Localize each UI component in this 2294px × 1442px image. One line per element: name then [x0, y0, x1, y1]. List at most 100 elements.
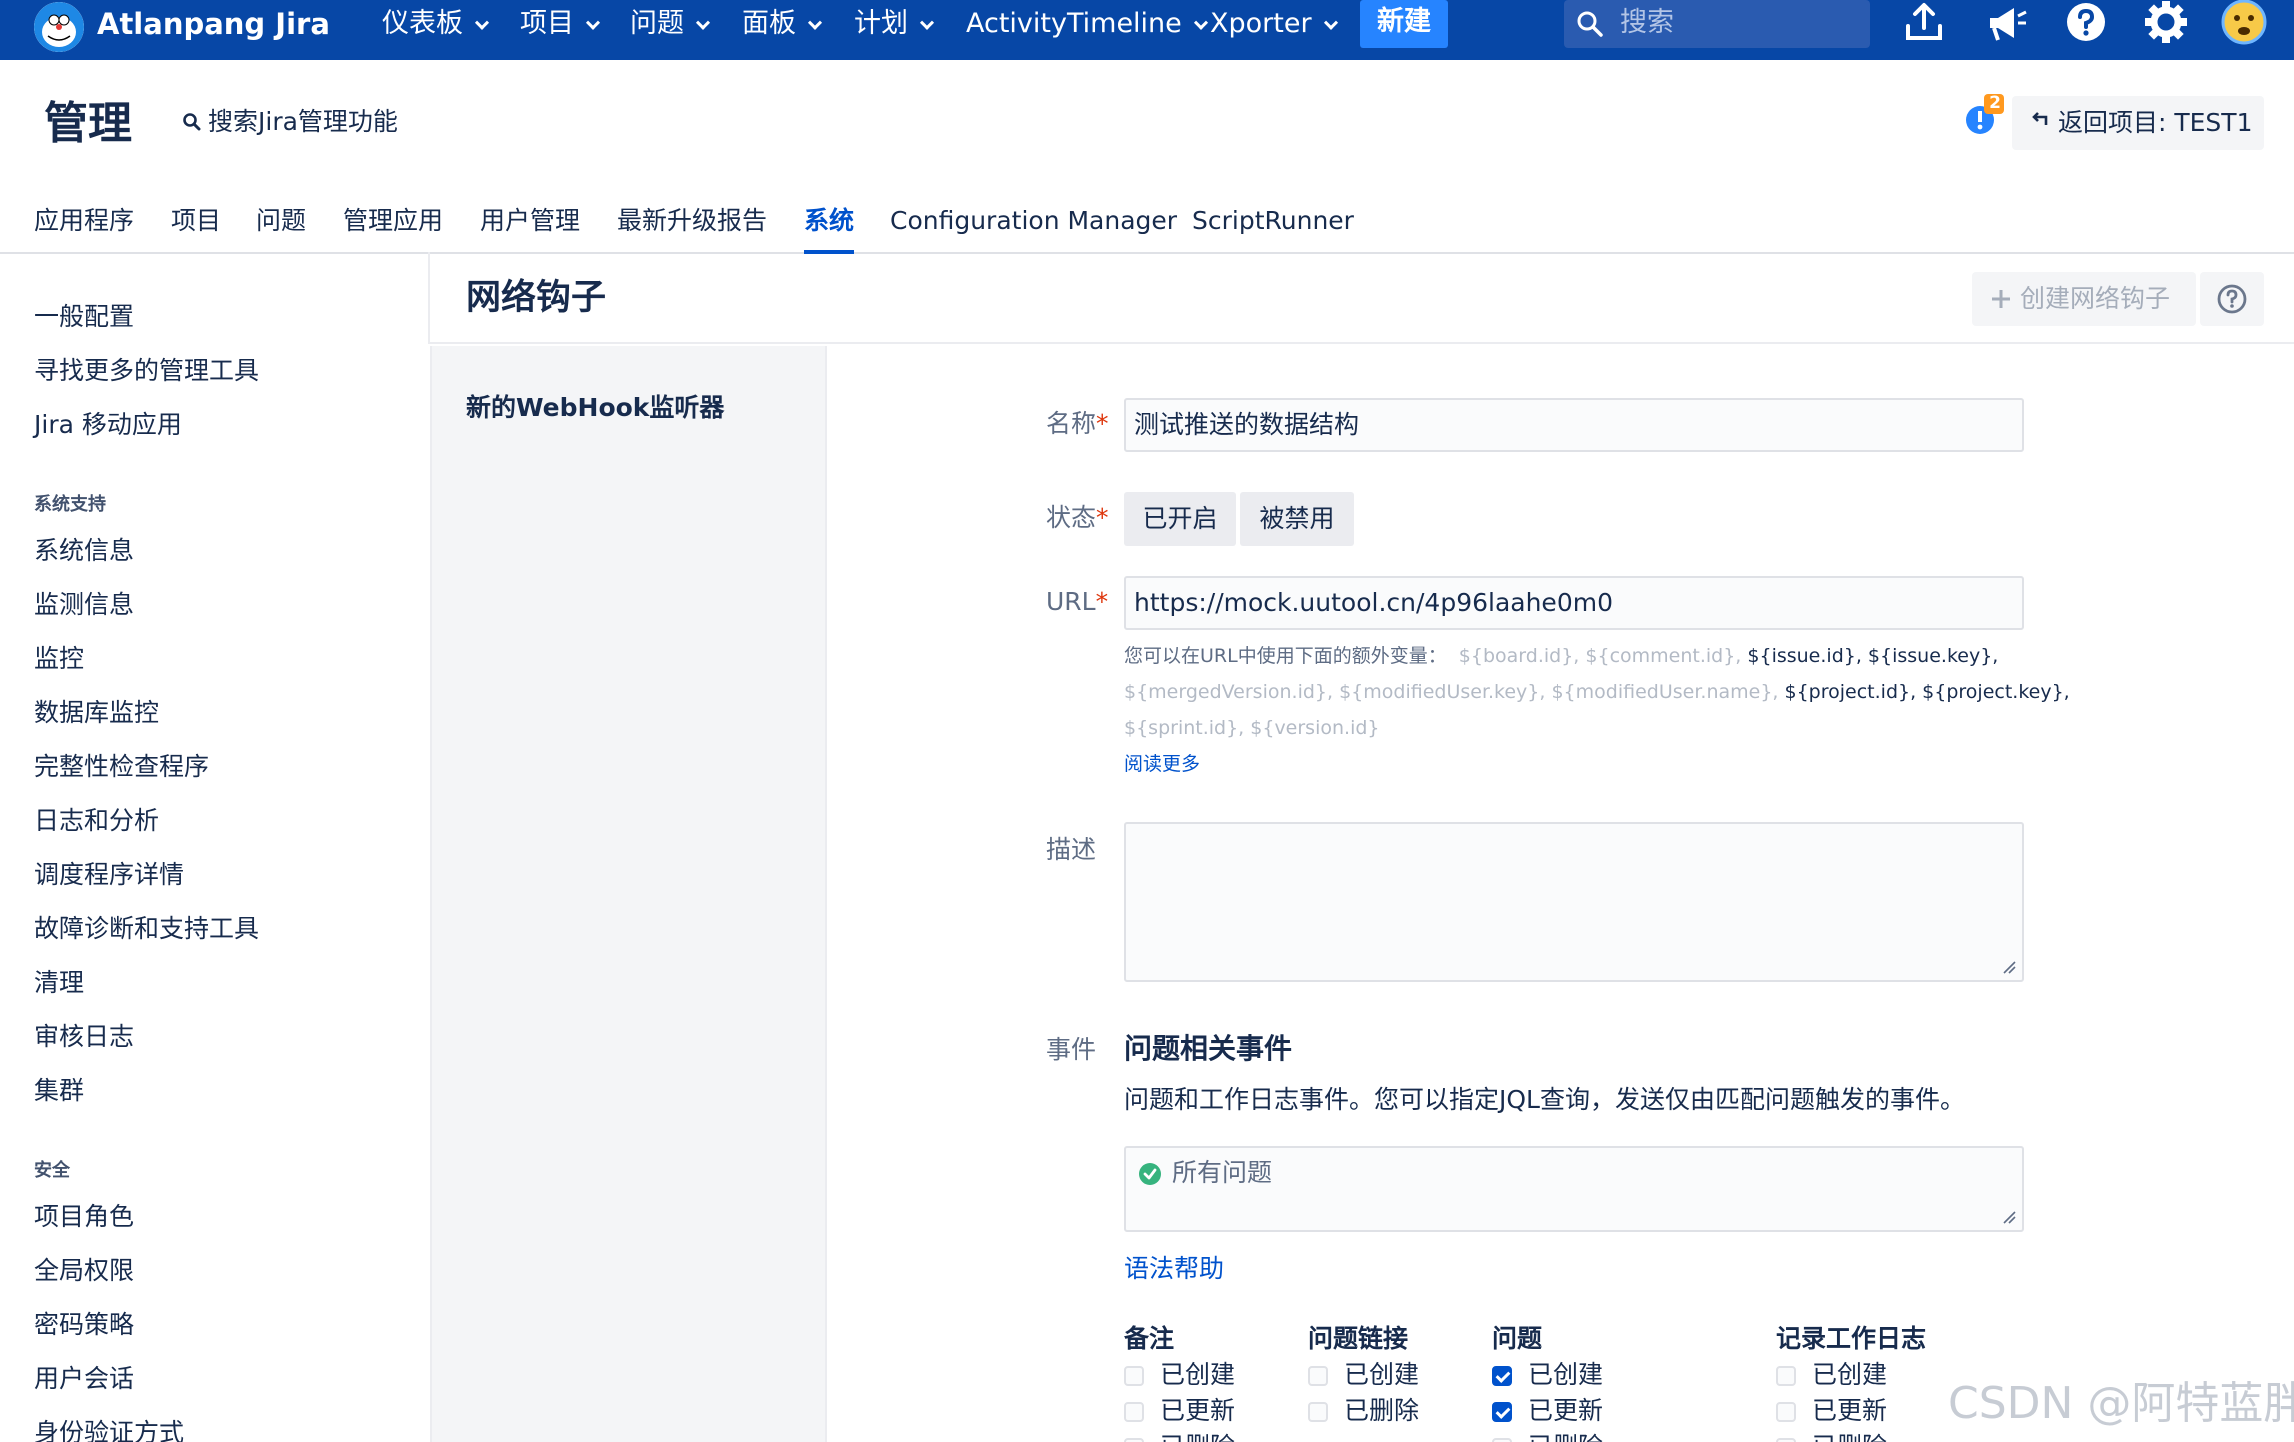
admin-notification-indicator[interactable]: 2: [1962, 93, 2012, 140]
notifications-megaphone-icon[interactable]: [1982, 0, 2030, 46]
brand-name[interactable]: Atlanpang Jira: [97, 6, 330, 42]
chevron-down-icon: [474, 15, 490, 30]
issue-events-column-heading: 问题: [1492, 1324, 1543, 1353]
url-hint-line-1: 您可以在URL中使用下面的额外变量： ${board.id}, ${commen…: [1124, 645, 1999, 667]
tab-user-management[interactable]: 用户管理: [480, 204, 580, 238]
global-search-input[interactable]: 搜索: [1564, 0, 1870, 48]
search-icon: [183, 113, 201, 131]
create-button[interactable]: 新建: [1360, 0, 1448, 48]
comment-deleted-checkbox[interactable]: 已删除: [1124, 1430, 1235, 1442]
jql-value: 所有问题: [1172, 1158, 1273, 1187]
status-enabled-toggle[interactable]: 已开启: [1124, 492, 1236, 546]
new-webhook-listener-item[interactable]: 新的WebHook监听器: [466, 390, 724, 426]
comment-updated-checkbox[interactable]: 已更新: [1124, 1394, 1235, 1428]
checkbox[interactable]: [1492, 1438, 1512, 1442]
tab-latest-upgrade-report[interactable]: 最新升级报告: [617, 204, 767, 238]
worklog-deleted-checkbox[interactable]: 已删除: [1776, 1430, 1887, 1442]
sidebar-item-authentication-methods[interactable]: 身份验证方式: [34, 1416, 184, 1442]
tab-issues[interactable]: 问题: [256, 204, 306, 238]
nav-xporter[interactable]: Xporter: [1210, 6, 1338, 42]
sidebar-item-password-policy[interactable]: 密码策略: [34, 1308, 134, 1342]
sidebar-item-find-more-admin-tools[interactable]: 寻找更多的管理工具: [34, 354, 259, 388]
watermark: CSDN @阿特蓝胖: [1948, 1378, 2294, 1429]
sidebar-item-user-sessions[interactable]: 用户会话: [34, 1362, 134, 1396]
sidebar-item-general-configuration[interactable]: 一般配置: [34, 300, 134, 334]
admin-page-title: 管理: [44, 98, 132, 149]
issuelink-created-checkbox[interactable]: 已创建: [1308, 1358, 1419, 1392]
nav-projects[interactable]: 项目: [520, 6, 601, 42]
sidebar-item-troubleshooting-tools[interactable]: 故障诊断和支持工具: [34, 912, 259, 946]
nav-plans[interactable]: 计划: [854, 6, 935, 42]
checkbox[interactable]: [1124, 1366, 1144, 1386]
worklog-created-checkbox[interactable]: 已创建: [1776, 1358, 1887, 1392]
sidebar-item-instrumentation[interactable]: 监测信息: [34, 588, 134, 622]
checkbox-checked[interactable]: [1492, 1366, 1512, 1386]
url-hint-line-2: ${mergedVersion.id}, ${modifiedUser.key}…: [1124, 681, 2070, 703]
sidebar-item-integrity-checker[interactable]: 完整性检查程序: [34, 750, 209, 784]
checkbox[interactable]: [1776, 1366, 1796, 1386]
status-disabled-toggle[interactable]: 被禁用: [1240, 492, 1354, 546]
help-icon[interactable]: [2062, 0, 2110, 46]
checkbox[interactable]: [1308, 1402, 1328, 1422]
sidebar-item-cleanup[interactable]: 清理: [34, 966, 84, 1000]
issue-deleted-checkbox[interactable]: 已删除: [1492, 1430, 1603, 1442]
issue-events-heading: 问题相关事件: [1124, 1032, 1293, 1065]
checkbox[interactable]: [1776, 1402, 1796, 1422]
checkbox[interactable]: [1776, 1438, 1796, 1442]
webhook-subnav: [430, 346, 827, 1442]
return-to-project-button[interactable]: 返回项目: TEST1: [2012, 96, 2264, 150]
sidebar-item-system-info[interactable]: 系统信息: [34, 534, 134, 568]
sidebar-item-jira-mobile-app[interactable]: Jira 移动应用: [34, 408, 182, 442]
sidebar-item-clustering[interactable]: 集群: [34, 1074, 84, 1108]
checkbox[interactable]: [1124, 1402, 1144, 1422]
sidebar-item-logging-and-profiling[interactable]: 日志和分析: [34, 804, 159, 838]
checkbox[interactable]: [1124, 1438, 1144, 1442]
url-field[interactable]: https://mock.uutool.cn/4p96laahe0m0: [1124, 576, 2024, 630]
sidebar-item-project-roles[interactable]: 项目角色: [34, 1200, 134, 1234]
sidebar-item-scheduler-details[interactable]: 调度程序详情: [34, 858, 184, 892]
issuelink-deleted-checkbox[interactable]: 已删除: [1308, 1394, 1419, 1428]
upload-icon[interactable]: [1900, 0, 1948, 46]
valid-check-icon: [1139, 1163, 1161, 1185]
sidebar-heading-security: 安全: [34, 1160, 70, 1181]
settings-gear-icon[interactable]: [2142, 0, 2190, 46]
name-field[interactable]: 测试推送的数据结构: [1124, 398, 2024, 452]
nav-activitytimeline[interactable]: ActivityTimeline: [966, 6, 1208, 42]
description-label: 描述: [1046, 835, 1097, 864]
create-webhook-button[interactable]: 创建网络钩子: [1972, 272, 2196, 326]
description-textarea[interactable]: [1124, 822, 2024, 982]
question-circle-icon: [2217, 284, 2247, 314]
tab-scriptrunner[interactable]: ScriptRunner: [1192, 204, 1354, 238]
sidebar-item-database-monitoring[interactable]: 数据库监控: [34, 696, 159, 730]
issue-created-checkbox[interactable]: 已创建: [1492, 1358, 1603, 1392]
tab-configuration-manager[interactable]: Configuration Manager: [890, 204, 1177, 238]
events-label: 事件: [1046, 1035, 1097, 1064]
tab-projects[interactable]: 项目: [171, 204, 221, 238]
worklog-updated-checkbox[interactable]: 已更新: [1776, 1394, 1887, 1428]
sidebar-item-global-permissions[interactable]: 全局权限: [34, 1254, 134, 1288]
resize-grip-icon[interactable]: [2002, 1210, 2016, 1224]
nav-issues[interactable]: 问题: [630, 6, 711, 42]
tab-manage-apps[interactable]: 管理应用: [343, 204, 443, 238]
checkbox-checked[interactable]: [1492, 1402, 1512, 1422]
sidebar-item-monitoring[interactable]: 监控: [34, 642, 84, 676]
nav-boards[interactable]: 面板: [742, 6, 823, 42]
tab-system[interactable]: 系统: [804, 204, 855, 254]
read-more-link[interactable]: 阅读更多: [1124, 750, 1200, 778]
jira-logo-avatar[interactable]: [34, 2, 84, 52]
resize-grip-icon[interactable]: [2002, 960, 2016, 974]
status-label: 状态*: [1046, 503, 1109, 532]
syntax-help-link[interactable]: 语法帮助: [1124, 1252, 1224, 1286]
issue-updated-checkbox[interactable]: 已更新: [1492, 1394, 1603, 1428]
user-avatar[interactable]: [2220, 0, 2268, 46]
tab-applications[interactable]: 应用程序: [34, 204, 134, 238]
notification-count-badge: 2: [1989, 93, 2001, 113]
admin-search-link[interactable]: 搜索Jira管理功能: [182, 104, 398, 140]
admin-tabs: 应用程序 项目 问题 管理应用 用户管理 最新升级报告 系统 Configura…: [0, 200, 2294, 254]
comment-created-checkbox[interactable]: 已创建: [1124, 1358, 1235, 1392]
chevron-down-icon: [1193, 15, 1208, 30]
checkbox[interactable]: [1308, 1366, 1328, 1386]
help-button[interactable]: [2200, 272, 2264, 326]
nav-dashboards[interactable]: 仪表板: [382, 6, 490, 42]
sidebar-item-audit-log[interactable]: 审核日志: [34, 1020, 134, 1054]
